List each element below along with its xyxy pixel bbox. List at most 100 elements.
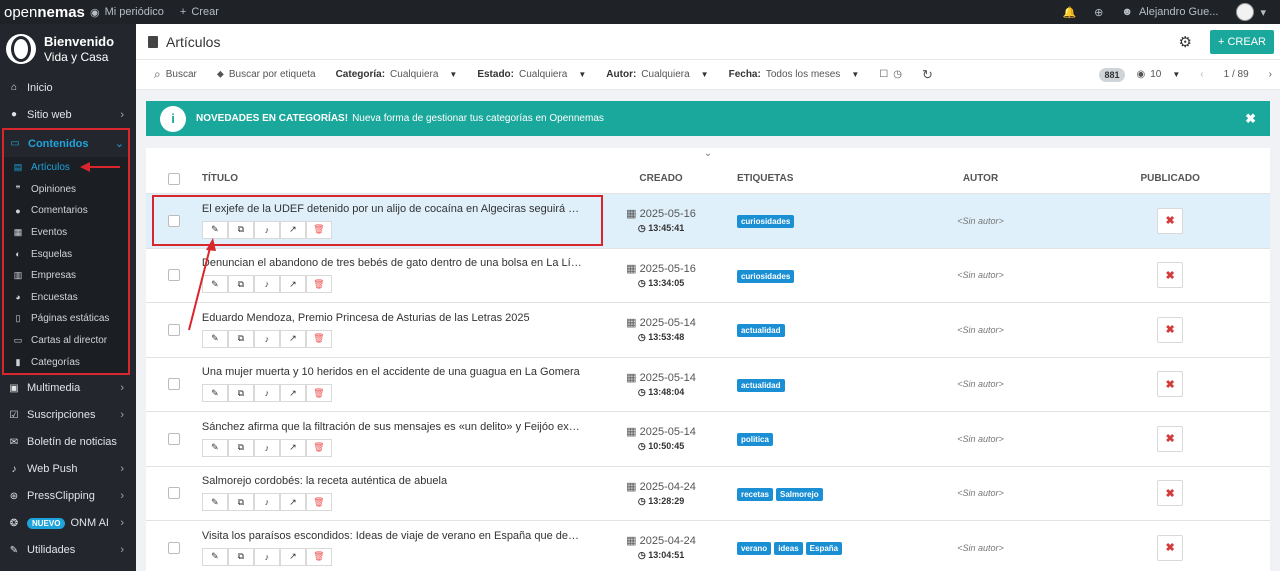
row-checkbox[interactable] [167,378,180,391]
my-paper-link[interactable]: ◉ Mi periódico [90,6,164,19]
open-link-button[interactable]: ↗ [279,438,306,457]
edit-button[interactable]: ✎ [201,329,228,348]
push-button[interactable]: ♪ [253,493,280,512]
tag-badge[interactable]: actualidad [736,378,785,392]
tag-badge[interactable]: actualidad [736,324,785,338]
tag-badge[interactable]: curiosidades [736,215,795,229]
sidebar-item-utilidades[interactable]: ✎ Utilidades › [0,537,136,564]
tag-badge[interactable]: verano [736,542,772,556]
duplicate-button[interactable]: ⧉ [227,275,254,294]
sidebar-item-web-push[interactable]: ♪ Web Push › [0,456,136,483]
row-checkbox[interactable] [167,432,180,445]
duplicate-button[interactable]: ⧉ [227,384,254,403]
create-link[interactable]: + Crear [180,6,219,18]
category-filter[interactable]: Categoría: Cualquiera ▼ [336,69,458,80]
article-title[interactable]: Eduardo Mendoza, Premio Princesa de Astu… [202,312,582,324]
sidebar-subitem-eventos[interactable]: ▦ Eventos [4,221,128,244]
edit-button[interactable]: ✎ [201,384,228,403]
sidebar-item-suscripciones[interactable]: ☑ Suscripciones › [0,402,136,429]
close-icon[interactable]: ✖ [1245,111,1256,127]
header-title[interactable]: TÍTULO [202,173,611,184]
sidebar-subitem-esquelas[interactable]: ◐ Esquelas [4,243,128,265]
create-button[interactable]: + CREAR [1210,29,1274,54]
table-row[interactable]: Denuncian el abandono de tres bebés de g… [146,249,1270,303]
article-title[interactable]: Salmorejo cordobés: la receta auténtica … [202,475,582,487]
delete-button[interactable]: 🗑 [305,329,332,348]
edit-button[interactable]: ✎ [201,493,228,512]
select-all-checkbox[interactable] [167,172,180,185]
duplicate-button[interactable]: ⧉ [227,329,254,348]
sidebar-item-multimedia[interactable]: ▣ Multimedia › [0,375,136,402]
tag-badge[interactable]: ideas [774,542,803,556]
gear-icon[interactable]: ⚙ [1179,33,1192,51]
state-filter[interactable]: Estado: Cualquiera ▼ [477,69,586,80]
table-row[interactable]: Una mujer muerta y 10 heridos en el acci… [146,358,1270,412]
refresh-button[interactable]: ↻ [922,67,933,83]
delete-button[interactable]: 🗑 [305,275,332,294]
bell-icon[interactable]: 🔔 [1062,6,1076,19]
tag-badge[interactable]: España [805,542,843,556]
unpublish-button[interactable]: ✖ [1157,480,1184,507]
push-button[interactable]: ♪ [253,438,280,457]
edit-button[interactable]: ✎ [201,547,228,566]
sidebar-item-contenidos[interactable]: ▭ Contenidos ⌄ [4,130,128,157]
sidebar-subitem-comentarios[interactable]: ● Comentarios [4,200,128,222]
sidebar-item-boletin[interactable]: ✉ Boletín de noticias [0,429,136,456]
help-icon[interactable]: ⊕ [1094,6,1103,19]
open-link-button[interactable]: ↗ [279,275,306,294]
sidebar-subitem-opiniones[interactable]: ❞ Opiniones [4,178,128,201]
unpublish-button[interactable]: ✖ [1157,371,1184,398]
tag-search-input[interactable]: ⬥ Buscar por etiqueta [217,69,316,80]
header-created[interactable]: CREADO [611,173,711,184]
opennemas-logo[interactable]: opennemas [0,4,90,21]
article-title[interactable]: Denuncian el abandono de tres bebés de g… [202,257,582,269]
article-title[interactable]: Visita los paraísos escondidos: Ideas de… [202,530,582,542]
table-row[interactable]: Visita los paraísos escondidos: Ideas de… [146,521,1270,571]
date-filter[interactable]: Fecha: Todos los meses ▼ [729,69,860,80]
user-menu[interactable]: ☻ Alejandro Gue... [1121,6,1218,18]
delete-button[interactable]: 🗑 [305,493,332,512]
prev-page-button[interactable]: ‹ [1200,69,1203,80]
article-title[interactable]: Una mujer muerta y 10 heridos en el acci… [202,366,582,378]
push-button[interactable]: ♪ [253,329,280,348]
push-button[interactable]: ♪ [253,275,280,294]
author-filter[interactable]: Autor: Cualquiera ▼ [606,69,708,80]
sidebar-subitem-empresas[interactable]: ▥ Empresas [4,264,128,287]
article-title[interactable]: Sánchez afirma que la filtración de sus … [202,421,582,433]
tag-badge[interactable]: Salmorejo [775,487,823,501]
duplicate-button[interactable]: ⧉ [227,438,254,457]
sidebar-subitem-encuestas[interactable]: ◕ Encuestas [4,286,128,309]
delete-button[interactable]: 🗑 [305,547,332,566]
open-link-button[interactable]: ↗ [279,493,306,512]
sidebar-item-onm-ai[interactable]: ❂ NUEVO ONM AI › [0,510,136,537]
chevron-down-icon[interactable]: ▾ [1260,6,1266,19]
avatar[interactable] [1236,3,1255,21]
search-input[interactable]: ⌕ Buscar [154,67,197,82]
unpublish-button[interactable]: ✖ [1157,534,1184,561]
sidebar-subitem-categorias[interactable]: ▮ Categorías [4,351,128,373]
push-button[interactable]: ♪ [253,384,280,403]
edit-button[interactable]: ✎ [201,438,228,457]
sidebar-item-pressclipping[interactable]: ⊛ PressClipping › [0,483,136,510]
tag-badge[interactable]: politica [736,433,773,447]
per-page-select[interactable]: ◉ 10 ▼ [1137,69,1181,80]
sidebar-item-sitio-web[interactable]: ● Sitio web › [0,101,136,128]
duplicate-button[interactable]: ⧉ [227,547,254,566]
row-checkbox[interactable] [167,487,180,500]
tag-badge[interactable]: curiosidades [736,269,795,283]
sidebar-subitem-paginas-estaticas[interactable]: ▯ Páginas estáticas [4,308,128,330]
delete-button[interactable]: 🗑 [305,438,332,457]
row-checkbox[interactable] [167,541,180,554]
row-checkbox[interactable] [167,323,180,336]
edit-button[interactable]: ✎ [201,275,228,294]
table-row[interactable]: Sánchez afirma que la filtración de sus … [146,412,1270,467]
table-row[interactable]: Salmorejo cordobés: la receta auténtica … [146,467,1270,521]
sidebar-subitem-cartas[interactable]: ▭ Cartas al director [4,329,128,352]
tag-badge[interactable]: recetas [736,487,773,501]
push-button[interactable]: ♪ [253,547,280,566]
open-link-button[interactable]: ↗ [279,384,306,403]
delete-button[interactable]: 🗑 [305,384,332,403]
duplicate-button[interactable]: ⧉ [227,493,254,512]
table-row[interactable]: Eduardo Mendoza, Premio Princesa de Astu… [146,303,1270,358]
unpublish-button[interactable]: ✖ [1157,316,1184,343]
